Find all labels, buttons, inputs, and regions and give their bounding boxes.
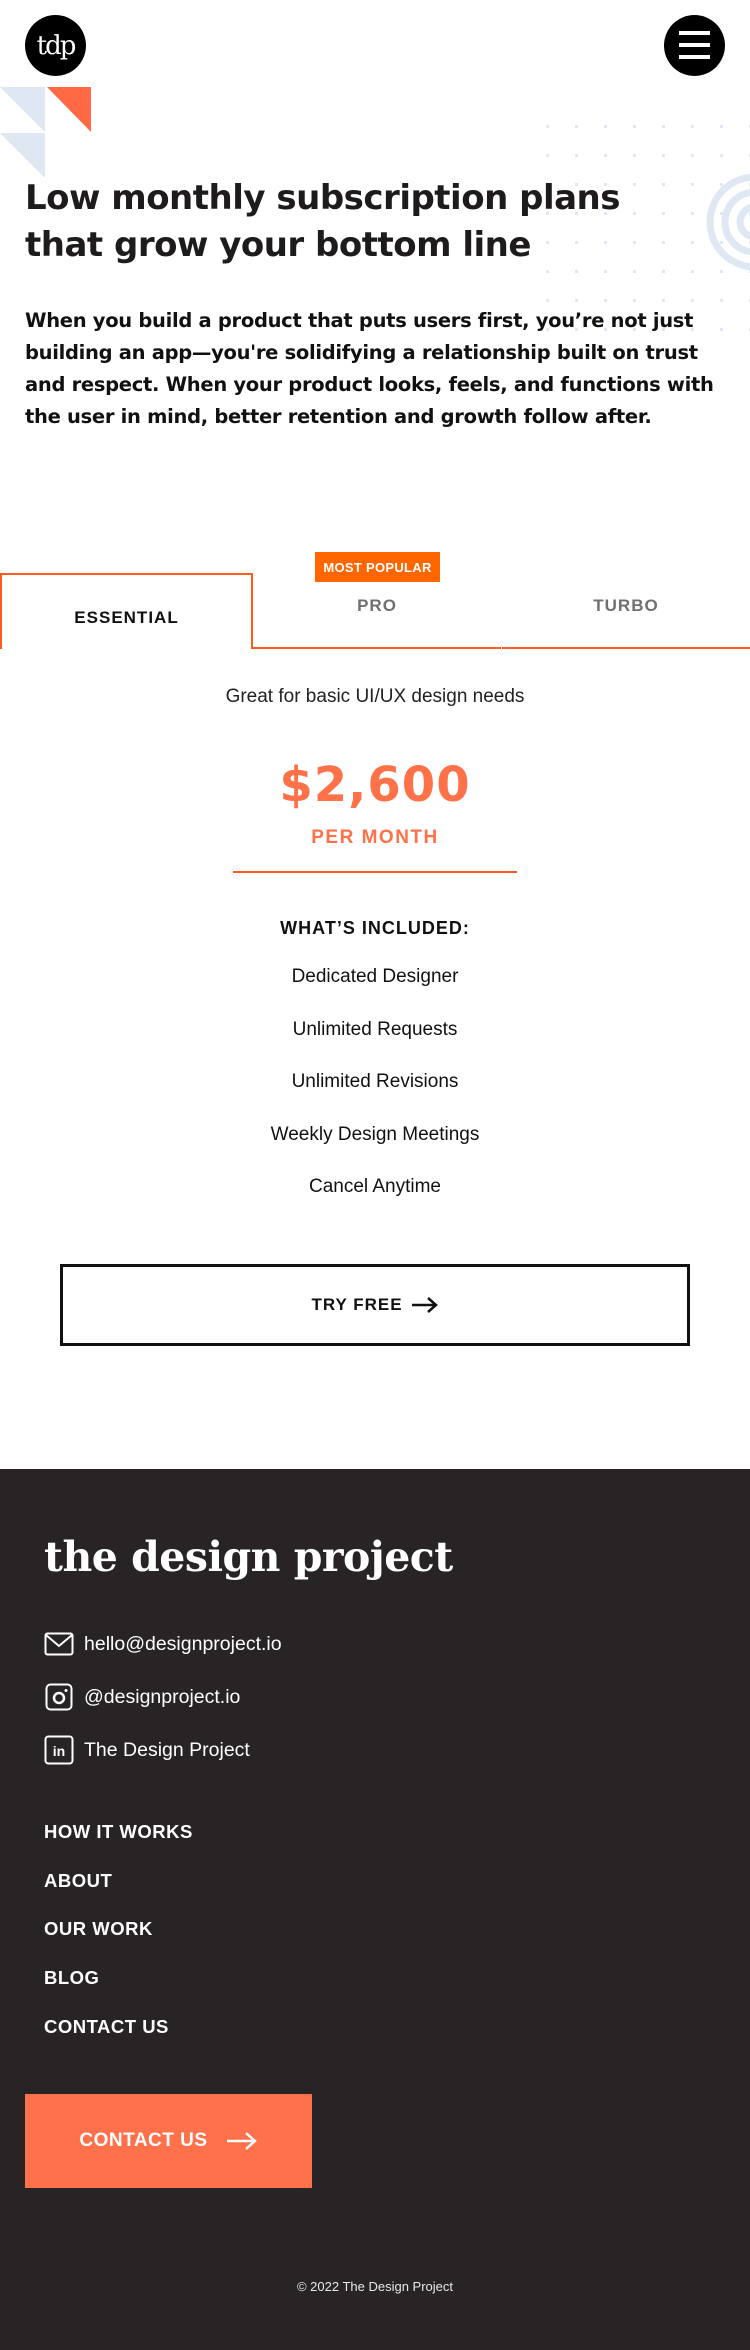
contact-us-label: CONTACT US [79, 2130, 208, 2151]
hero-description: When you build a product that puts users… [25, 309, 714, 428]
instagram-text: @designproject.io [84, 1685, 241, 1708]
decor-dot [604, 154, 607, 157]
plan-tabs: ESSENTIAL PRO TURBO [0, 573, 750, 649]
decorative-concentric-circles [706, 173, 750, 271]
plan-period: PER MONTH [311, 827, 439, 848]
linkedin-icon: in [44, 1735, 74, 1765]
decor-dot [546, 299, 549, 302]
email-link[interactable]: hello@designproject.io [44, 1629, 282, 1659]
footer-brand: the design project [44, 1533, 453, 1581]
plan-description: Great for basic UI/UX design needs [225, 686, 525, 707]
email-text: hello@designproject.io [84, 1632, 282, 1655]
plan-price: $2,600 [279, 757, 471, 813]
decor-dot [720, 125, 723, 128]
footer-nav-contact-us[interactable]: CONTACT US [44, 2016, 169, 2038]
decor-dot [691, 299, 694, 302]
feature-item: Unlimited Requests [292, 1018, 458, 1040]
footer: the design project hello@designproject.i… [0, 1469, 750, 2350]
decor-dot [720, 299, 723, 302]
footer-nav-how-it-works[interactable]: HOW IT WORKS [44, 1821, 193, 1843]
feature-item: Unlimited Revisions [291, 1071, 459, 1092]
tab-label: ESSENTIAL [74, 608, 179, 627]
feature-item: Dedicated Designer [291, 966, 459, 987]
decor-dot [691, 154, 694, 157]
tab-pro[interactable]: PRO [253, 573, 501, 649]
try-free-label: TRY FREE [311, 1295, 403, 1314]
hamburger-menu-icon [679, 31, 710, 35]
tab-turbo[interactable]: TURBO [502, 573, 750, 649]
feature-item: Cancel Anytime [308, 1176, 441, 1197]
divider [233, 871, 517, 873]
decor-dot [633, 154, 636, 157]
arrow-right-icon [226, 2132, 257, 2150]
menu-button[interactable] [664, 15, 725, 76]
decor-dot [662, 270, 665, 273]
tab-label: PRO [357, 596, 397, 615]
feature-list: Dedicated Designer Unlimited Requests Un… [0, 966, 750, 1229]
footer-nav-blog[interactable]: BLOG [44, 1967, 99, 1989]
decor-dot [604, 299, 607, 302]
instagram-icon [44, 1682, 74, 1712]
decor-dot [662, 154, 665, 157]
decor-dot [691, 125, 694, 128]
decor-dot [546, 154, 549, 157]
decor-dot [691, 270, 694, 273]
decor-dot [662, 299, 665, 302]
svg-text:in: in [53, 1743, 65, 1759]
contact-us-button[interactable]: CONTACT US [25, 2094, 312, 2188]
logo[interactable]: tdp [25, 15, 86, 76]
footer-nav-about[interactable]: ABOUT [44, 1870, 112, 1892]
feature-item: Weekly Design Meetings [270, 1123, 480, 1145]
footer-nav-our-work[interactable]: OUR WORK [44, 1918, 153, 1940]
tab-essential[interactable]: ESSENTIAL [0, 573, 253, 649]
decor-dot [575, 270, 578, 273]
decor-dot [604, 125, 607, 128]
decorative-triangles [0, 87, 91, 178]
arrow-right-icon [411, 1297, 438, 1313]
decor-dot [633, 299, 636, 302]
tab-label: TURBO [593, 596, 659, 615]
decor-dot [604, 270, 607, 273]
decor-dot [546, 270, 549, 273]
included-heading: WHAT’S INCLUDED: [280, 918, 470, 938]
page-title: Low monthly subscription plans that grow… [25, 178, 621, 265]
decor-dot [575, 299, 578, 302]
instagram-link[interactable]: @designproject.io [44, 1682, 240, 1712]
decor-dot [633, 270, 636, 273]
decor-dot [575, 154, 578, 157]
mail-icon [44, 1629, 74, 1659]
logo-text: tdp [36, 30, 77, 61]
hamburger-line [679, 43, 710, 47]
decor-dot [546, 125, 549, 128]
hamburger-line [679, 55, 710, 59]
decor-dot [633, 125, 636, 128]
linkedin-link[interactable]: in The Design Project [44, 1735, 250, 1765]
decor-dot [662, 125, 665, 128]
try-free-button[interactable]: TRY FREE [60, 1264, 690, 1346]
linkedin-text: The Design Project [84, 1738, 250, 1761]
decor-dot [720, 154, 723, 157]
decor-dot [575, 125, 578, 128]
copyright: © 2022 The Design Project [296, 2279, 454, 2294]
